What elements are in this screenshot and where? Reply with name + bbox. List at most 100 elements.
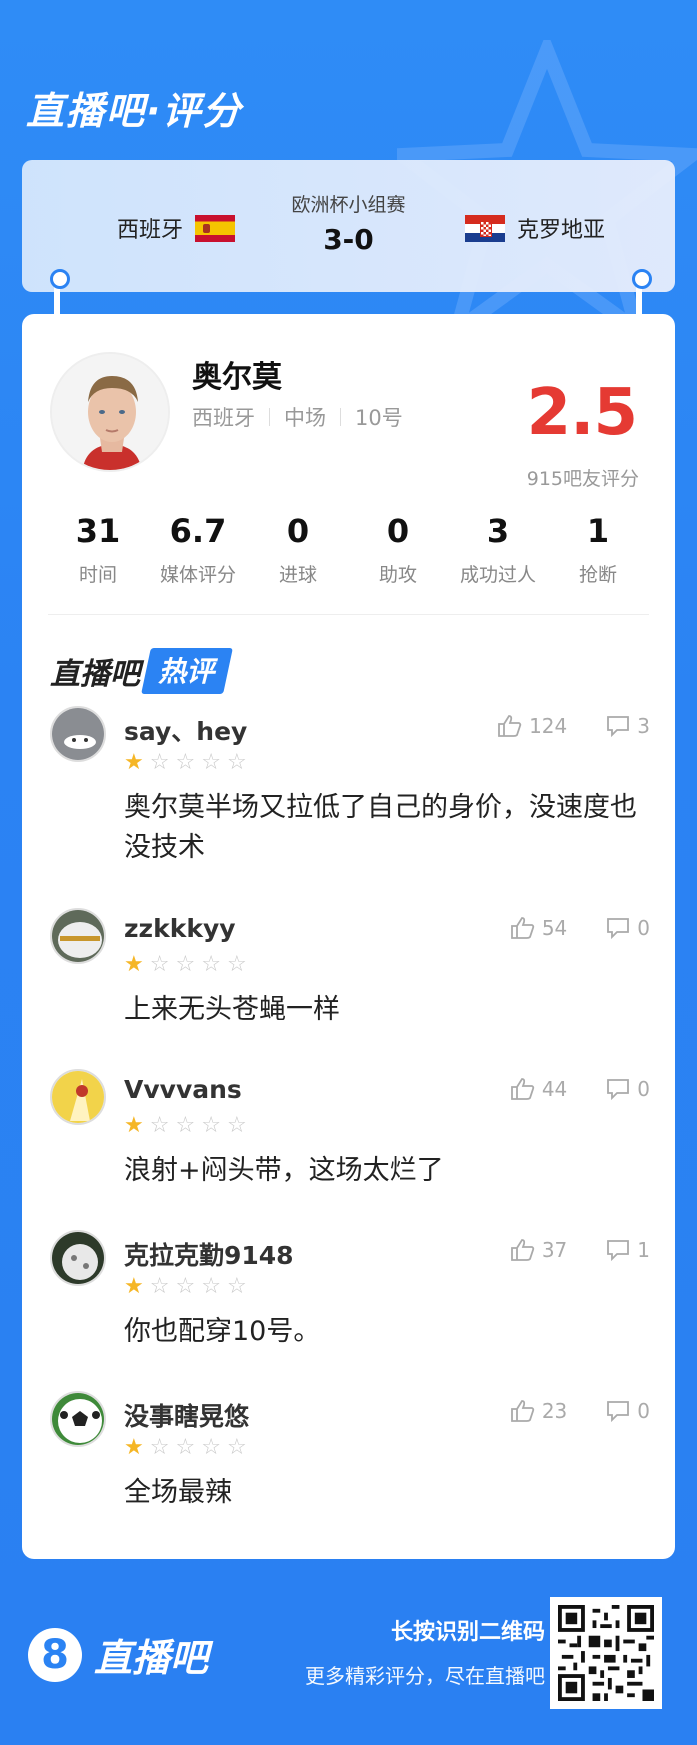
comment-text: 奥尔莫半场又拉低了自己的身价，没速度也没技术 bbox=[124, 792, 637, 863]
like-count: 124 bbox=[529, 714, 568, 738]
star-filled-icon: ★ bbox=[124, 1274, 144, 1299]
away-team-name: 克罗地亚 bbox=[516, 218, 605, 243]
comment-actions: 37 1 bbox=[510, 1238, 650, 1262]
reply-count: 1 bbox=[637, 1238, 650, 1262]
comment-stars: ★ ☆ ☆ ☆ ☆ bbox=[124, 1113, 247, 1138]
stat-item: 0 进球 bbox=[248, 512, 348, 587]
comment-text: 全场最辣 bbox=[124, 1477, 232, 1508]
user-avatar[interactable] bbox=[50, 908, 106, 964]
stat-label: 抢断 bbox=[578, 564, 617, 586]
thumbs-up-icon[interactable] bbox=[497, 714, 523, 738]
stat-value: 6.7 bbox=[169, 512, 227, 550]
user-avatar[interactable] bbox=[50, 1391, 106, 1447]
player-avatar bbox=[50, 352, 170, 472]
qr-code-icon bbox=[558, 1605, 654, 1701]
player-rating: 2.5 bbox=[526, 376, 638, 450]
reply-icon[interactable] bbox=[605, 1399, 631, 1423]
comment-username[interactable]: zzkkkyy bbox=[124, 914, 236, 943]
user-avatar[interactable] bbox=[50, 706, 106, 762]
star-empty-icon: ☆ bbox=[226, 1113, 247, 1138]
stat-item: 31 时间 bbox=[48, 512, 148, 587]
qr-code[interactable] bbox=[550, 1597, 662, 1709]
thumbs-up-icon[interactable] bbox=[510, 1238, 536, 1262]
star-empty-icon: ☆ bbox=[226, 952, 247, 977]
meta-separator bbox=[269, 408, 270, 426]
stat-label: 成功过人 bbox=[459, 564, 536, 586]
footer-logo: 8 直播吧 bbox=[28, 1627, 208, 1682]
thumbs-up-icon[interactable] bbox=[510, 1077, 536, 1101]
footer-text: 长按识别二维码 更多精彩评分，尽在直播吧 bbox=[305, 1614, 545, 1689]
star-empty-icon: ☆ bbox=[175, 750, 196, 775]
star-filled-icon: ★ bbox=[124, 952, 144, 977]
star-empty-icon: ☆ bbox=[226, 1274, 247, 1299]
logo-text: 直播吧 bbox=[94, 1636, 209, 1680]
comment-actions: 23 0 bbox=[510, 1399, 650, 1423]
section-divider bbox=[48, 614, 649, 615]
star-empty-icon: ☆ bbox=[149, 1435, 170, 1460]
player-number: 10号 bbox=[355, 406, 403, 430]
meta-separator bbox=[340, 408, 341, 426]
star-empty-icon: ☆ bbox=[201, 1274, 221, 1299]
reply-count: 3 bbox=[637, 714, 650, 738]
like-count: 44 bbox=[541, 1077, 568, 1101]
star-filled-icon: ★ bbox=[124, 1435, 144, 1460]
star-empty-icon: ☆ bbox=[149, 952, 170, 977]
star-empty-icon: ☆ bbox=[149, 1274, 170, 1299]
stat-label: 时间 bbox=[78, 564, 117, 586]
star-empty-icon: ☆ bbox=[201, 1435, 221, 1460]
comment-item: 克拉克勤9148 ★ ☆ ☆ ☆ ☆ 37 1 你也配穿10号。 bbox=[50, 1230, 650, 1350]
comment-stars: ★ ☆ ☆ ☆ ☆ bbox=[124, 952, 247, 977]
like-count: 37 bbox=[541, 1238, 568, 1262]
comment-item: Vvvvans ★ ☆ ☆ ☆ ☆ 44 0 浪射+闷头带，这场太烂了 bbox=[50, 1069, 650, 1189]
stat-item: 6.7 媒体评分 bbox=[148, 512, 248, 587]
stat-item: 0 助攻 bbox=[348, 512, 448, 587]
reply-count: 0 bbox=[637, 916, 650, 940]
comment-text: 浪射+闷头带，这场太烂了 bbox=[124, 1155, 444, 1186]
comment-text: 你也配穿10号。 bbox=[124, 1316, 321, 1347]
comment-item: say、hey ★ ☆ ☆ ☆ ☆ 124 3 奥尔莫半场又拉低了自己的身价，没… bbox=[50, 706, 650, 866]
comment-username[interactable]: Vvvvans bbox=[124, 1075, 242, 1104]
reply-count: 0 bbox=[637, 1077, 650, 1101]
stat-item: 1 抢断 bbox=[548, 512, 648, 587]
player-photo-icon bbox=[52, 354, 168, 470]
player-position: 中场 bbox=[284, 406, 326, 430]
comment-actions: 124 3 bbox=[497, 714, 650, 738]
star-empty-icon: ☆ bbox=[149, 750, 170, 775]
thumbs-up-icon[interactable] bbox=[510, 1399, 536, 1423]
player-team: 西班牙 bbox=[192, 406, 255, 430]
thumbs-up-icon[interactable] bbox=[510, 916, 536, 940]
star-empty-icon: ☆ bbox=[226, 1435, 247, 1460]
user-avatar[interactable] bbox=[50, 1230, 106, 1286]
hot-title-brand: 直播吧 bbox=[50, 657, 140, 692]
star-filled-icon: ★ bbox=[124, 750, 144, 775]
reply-icon[interactable] bbox=[605, 1238, 631, 1262]
logo-icon: 8 bbox=[28, 1627, 82, 1682]
star-empty-icon: ☆ bbox=[201, 750, 221, 775]
star-empty-icon: ☆ bbox=[226, 750, 247, 775]
comment-item: zzkkkyy ★ ☆ ☆ ☆ ☆ 54 0 上来无头苍蝇一样 bbox=[50, 908, 650, 1028]
player-meta: 西班牙 中场 10号 bbox=[192, 402, 403, 432]
user-avatar[interactable] bbox=[50, 1069, 106, 1125]
stat-value: 1 bbox=[586, 512, 610, 550]
star-empty-icon: ☆ bbox=[201, 952, 221, 977]
reply-icon[interactable] bbox=[605, 916, 631, 940]
player-rating-card: 奥尔莫 西班牙 中场 10号 2.5 915吧友评分 31 时间 6.7 媒体评… bbox=[22, 314, 675, 1559]
comment-stars: ★ ☆ ☆ ☆ ☆ bbox=[124, 750, 247, 775]
hot-title-badge-text: 热评 bbox=[158, 655, 215, 688]
qr-hint: 长按识别二维码 bbox=[390, 1620, 545, 1645]
comment-username[interactable]: say、hey bbox=[124, 712, 247, 748]
footer-slogan: 更多精彩评分，尽在直播吧 bbox=[305, 1664, 545, 1688]
stat-value: 3 bbox=[486, 512, 510, 550]
star-filled-icon: ★ bbox=[124, 1113, 144, 1138]
stat-value: 31 bbox=[75, 512, 121, 550]
comment-username[interactable]: 克拉克勤9148 bbox=[124, 1236, 294, 1272]
reply-icon[interactable] bbox=[605, 714, 631, 738]
star-empty-icon: ☆ bbox=[175, 1274, 196, 1299]
comment-username[interactable]: 没事瞎晃悠 bbox=[124, 1397, 249, 1433]
reply-icon[interactable] bbox=[605, 1077, 631, 1101]
star-empty-icon: ☆ bbox=[175, 1113, 196, 1138]
app-title: 直播吧·评分 bbox=[26, 89, 243, 133]
star-empty-icon: ☆ bbox=[149, 1113, 170, 1138]
comment-actions: 54 0 bbox=[510, 916, 650, 940]
stat-label: 进球 bbox=[278, 564, 317, 586]
